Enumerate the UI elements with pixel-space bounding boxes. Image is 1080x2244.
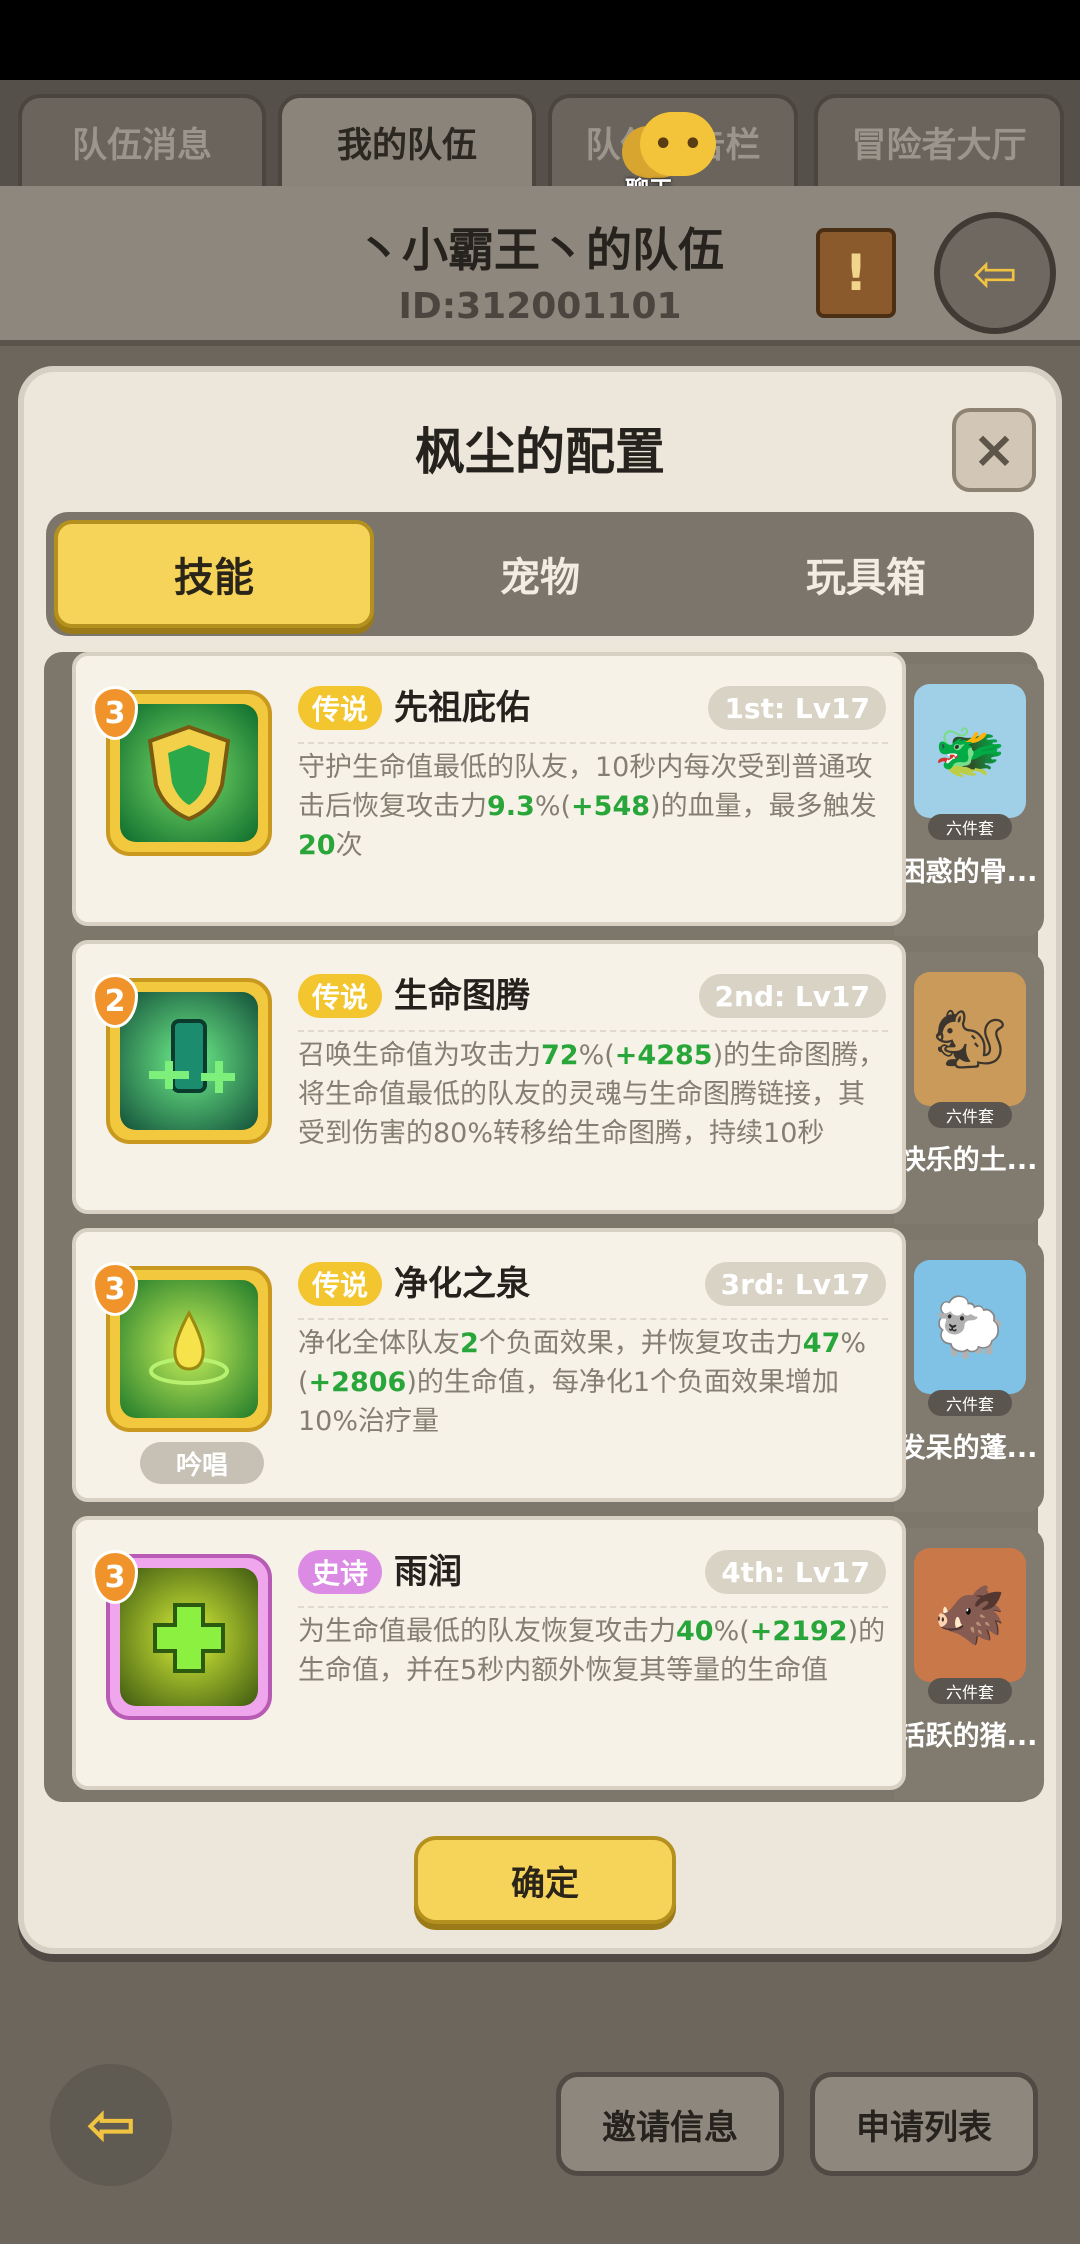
skill-description: 召唤生命值为攻击力72%(+4285)的生命图腾，将生命值最低的队友的灵魂与生命… — [298, 1030, 888, 1153]
skill-number: +4285 — [614, 1040, 713, 1071]
sheep-pet-icon: 🐑 — [914, 1260, 1026, 1394]
rain-cross-icon — [120, 1568, 258, 1706]
pet-card[interactable]: 🐑 六件套 发呆的蓬... — [894, 1240, 1044, 1512]
pet-name: 快乐的土... — [898, 1145, 1038, 1176]
skill-number: +2192 — [749, 1616, 848, 1647]
slot-level-badge: 4th: Lv17 — [705, 1550, 886, 1594]
skill-description: 净化全体队友2个负面效果，并恢复攻击力47%(+2806)的生命值，每净化1个负… — [298, 1318, 888, 1441]
skill-text: %( — [578, 1040, 615, 1071]
pet-card[interactable]: 🐿 六件套 快乐的土... — [894, 952, 1044, 1224]
skill-card[interactable]: 3 史诗 雨润 4th: Lv17 为生命值最低的队友恢复攻击力40%(+219… — [72, 1516, 906, 1790]
apply-list-button[interactable]: 申请列表 — [810, 2072, 1038, 2176]
skill-name: 净化之泉 — [394, 1264, 530, 1304]
pet-set-badge: 六件套 — [928, 1390, 1012, 1416]
slot-level-badge: 3rd: Lv17 — [704, 1262, 886, 1306]
config-panel: 枫尘的配置 × 技能 宠物 玩具箱 🐲 六件套 困惑的骨... 🐿 六件套 快乐… — [18, 366, 1062, 1954]
skill-text: 召唤生命值为攻击力 — [298, 1040, 541, 1071]
notice-scroll-icon[interactable]: ! — [816, 228, 896, 318]
team-name: 丶小霸王丶的队伍 — [356, 223, 724, 277]
skill-text: 净化全体队友 — [298, 1328, 460, 1359]
skill-number: 72 — [541, 1040, 579, 1071]
rarity-badge: 传说 — [298, 974, 383, 1018]
rarity-badge: 传说 — [298, 1262, 383, 1306]
tab-skills[interactable]: 技能 — [54, 520, 374, 628]
tab-my-team[interactable]: 我的队伍 — [278, 94, 536, 186]
skill-number: 9.3 — [487, 791, 535, 822]
skill-text: 个负面效果，并恢复攻击力 — [478, 1328, 803, 1359]
invite-info-button[interactable]: 邀请信息 — [556, 2072, 784, 2176]
team-id: ID:312001101 — [398, 286, 682, 327]
boar-pet-icon: 🐗 — [914, 1548, 1026, 1682]
slot-level-badge: 1st: Lv17 — [708, 686, 886, 730]
skill-text: )的血量，最多触发 — [650, 791, 877, 822]
tab-team-messages[interactable]: 队伍消息 — [18, 94, 266, 186]
pet-set-badge: 六件套 — [928, 1678, 1012, 1704]
pet-set-badge: 六件套 — [928, 1102, 1012, 1128]
back-arrow-icon: ⇦ — [85, 2090, 137, 2160]
skill-text: 为生命值最低的队友恢复攻击力 — [298, 1616, 676, 1647]
skill-name: 先祖庇佑 — [394, 688, 530, 728]
skill-number: 40 — [676, 1616, 714, 1647]
exit-team-button[interactable]: ⇦ — [934, 212, 1056, 334]
config-tabs: 技能 宠物 玩具箱 — [46, 512, 1034, 636]
tab-pets[interactable]: 宠物 — [380, 520, 700, 628]
exit-arrow-icon: ⇦ — [972, 241, 1018, 305]
pet-name: 活跃的猪... — [898, 1721, 1038, 1752]
pet-card[interactable]: 🐲 六件套 困惑的骨... — [894, 664, 1044, 936]
dragon-pet-icon: 🐲 — [914, 684, 1026, 818]
skill-card[interactable]: 3 传说 先祖庇佑 1st: Lv17 守护生命值最低的队友，10秒内每次受到普… — [72, 652, 906, 926]
panel-title: 枫尘的配置 — [415, 423, 665, 481]
spring-drop-icon — [120, 1280, 258, 1418]
skill-list: 🐲 六件套 困惑的骨... 🐿 六件套 快乐的土... 🐑 六件套 发呆的蓬..… — [44, 652, 1044, 1802]
skill-card[interactable]: 2 传说 生命图腾 2nd: Lv17 召唤生命值为攻击力72%(+4285)的… — [72, 940, 906, 1214]
pet-card[interactable]: 🐗 六件套 活跃的猪... — [894, 1528, 1044, 1800]
skill-number: +2806 — [308, 1367, 407, 1398]
skill-name: 雨润 — [394, 1552, 462, 1592]
status-bar — [0, 0, 1080, 80]
skill-card[interactable]: 3 吟唱 传说 净化之泉 3rd: Lv17 净化全体队友2个负面效果，并恢复攻… — [72, 1228, 906, 1502]
pet-name: 困惑的骨... — [898, 857, 1038, 888]
skill-text: %( — [713, 1616, 750, 1647]
pet-name: 发呆的蓬... — [898, 1433, 1038, 1464]
back-button[interactable]: ⇦ — [50, 2064, 172, 2186]
totem-icon — [120, 992, 258, 1130]
tab-toybox[interactable]: 玩具箱 — [706, 520, 1026, 628]
slot-level-badge: 2nd: Lv17 — [698, 974, 886, 1018]
skill-number: +548 — [571, 791, 651, 822]
skill-text: 次 — [335, 830, 363, 861]
tab-adventurer-hall[interactable]: 冒险者大厅 — [814, 94, 1064, 186]
skill-number: 20 — [298, 830, 336, 861]
chat-face-icon: • • — [653, 126, 703, 162]
rarity-badge: 史诗 — [298, 1550, 383, 1594]
skill-text: %( — [534, 791, 572, 822]
skill-number: 47 — [802, 1328, 841, 1359]
chant-tag: 吟唱 — [140, 1442, 264, 1484]
rarity-badge: 传说 — [298, 686, 383, 730]
skill-name: 生命图腾 — [394, 976, 530, 1016]
skill-description: 守护生命值最低的队友，10秒内每次受到普通攻击后恢复攻击力9.3%(+548)的… — [298, 742, 888, 865]
chat-button[interactable]: • • — [640, 112, 716, 176]
pet-set-badge: 六件套 — [928, 814, 1012, 840]
mole-pet-icon: 🐿 — [914, 972, 1026, 1106]
skill-number: 2 — [460, 1328, 479, 1359]
close-button[interactable]: × — [952, 408, 1036, 492]
top-tab-bar: 队伍消息 我的队伍 队伍公告栏 冒险者大厅 — [0, 80, 1080, 190]
team-header: 丶小霸王丶的队伍 ID:312001101 ! ⇦ — [0, 186, 1080, 346]
confirm-button[interactable]: 确定 — [414, 1836, 676, 1924]
shield-icon — [120, 704, 258, 842]
close-icon: × — [972, 420, 1016, 480]
skill-description: 为生命值最低的队友恢复攻击力40%(+2192)的生命值，并在5秒内额外恢复其等… — [298, 1606, 888, 1690]
